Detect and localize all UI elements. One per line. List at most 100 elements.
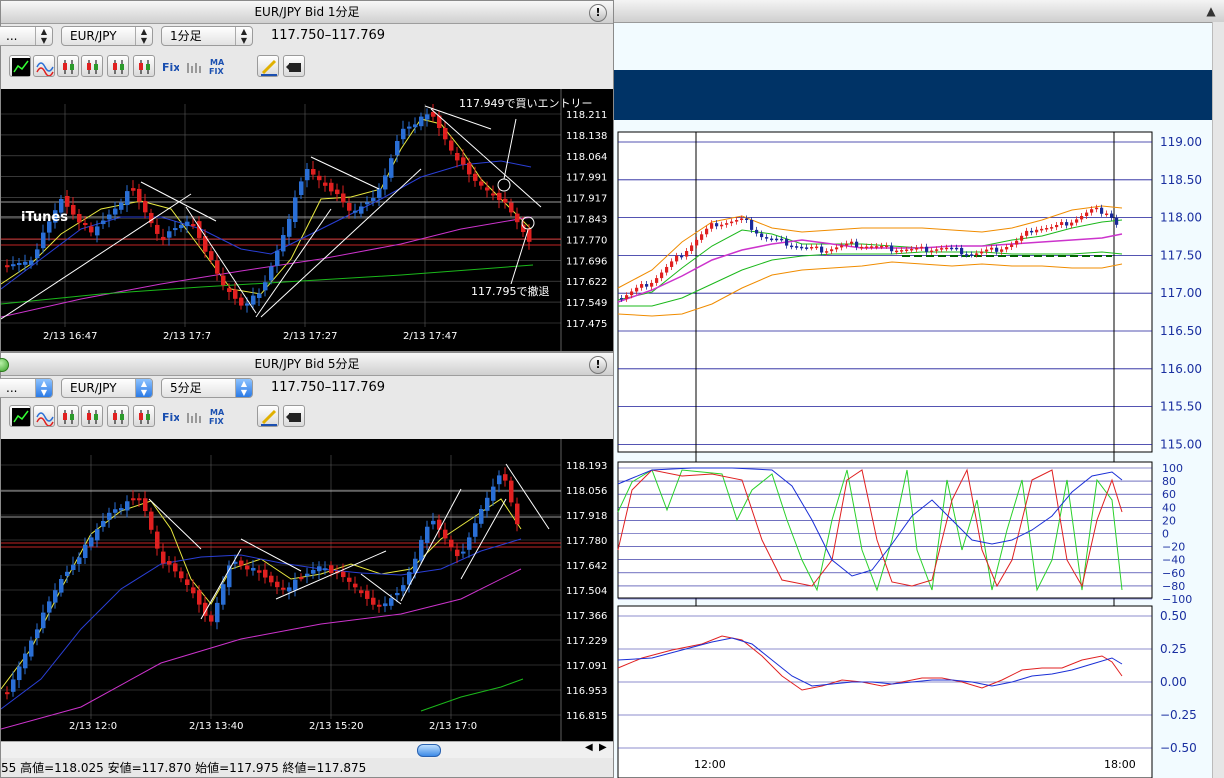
indicator-wave-icon[interactable] xyxy=(33,405,55,427)
candle-bar-icon[interactable] xyxy=(133,55,155,77)
volume-icon[interactable] xyxy=(183,405,205,427)
x-tick-label: 2/13 15:20 xyxy=(309,721,363,732)
candle-frame-icon[interactable] xyxy=(57,405,79,427)
background-chart-plot: 119.00 118.50 118.00 117.50 117.00 116.50 116.… xyxy=(617,131,1202,778)
y-tick-label: 117.696 xyxy=(566,256,607,267)
candle-pair-icon[interactable] xyxy=(107,55,129,77)
background-y-axis: 119.00 118.50 118.00 117.50 117.00 116.50 116.… xyxy=(1160,135,1202,755)
y-tick-label: 117.770 xyxy=(566,235,607,246)
x-tick-label: 2/13 17:0 xyxy=(429,721,477,732)
film-icon[interactable] xyxy=(283,55,305,77)
svg-text:Fix: Fix xyxy=(162,411,179,424)
horizontal-scrollbar[interactable]: ◀ ▶ xyxy=(1,741,613,758)
film-icon[interactable] xyxy=(283,405,305,427)
candle-up-icon[interactable] xyxy=(81,55,103,77)
y-tick-label: 117.843 xyxy=(566,215,607,226)
candle-pair-icon[interactable] xyxy=(107,405,129,427)
bg-price-tick: 116.00 xyxy=(1160,362,1202,376)
control-row: ... ▲ ▼ EUR/JPY ▲ ▼ 1分足 ▲ ▼ 117.750–117.769 xyxy=(0,23,613,49)
svg-text:MA: MA xyxy=(210,58,225,67)
updown-arrows-icon: ▲ ▼ xyxy=(135,27,152,45)
bg-price-tick: 117.00 xyxy=(1160,286,1202,300)
warning-icon[interactable]: ! xyxy=(589,4,607,22)
timeframe-select[interactable]: 5分足 ▲ ▼ xyxy=(161,378,253,398)
scroll-right-icon[interactable]: ▶ xyxy=(599,742,607,753)
y-tick-label: 118.193 xyxy=(566,461,607,472)
scrollbar-thumb[interactable] xyxy=(417,744,441,757)
chart-window-1min: EUR/JPY Bid 1分足 ! ... ▲ ▼ EUR/JPY ▲ ▼ 1分足 … xyxy=(0,0,614,352)
volume-icon[interactable] xyxy=(183,55,205,77)
y-tick-label: 118.064 xyxy=(566,152,607,163)
itunes-label: iTunes xyxy=(21,210,68,225)
bg-price-tick: 118.50 xyxy=(1160,173,1202,187)
y-tick-label: 118.138 xyxy=(566,131,607,142)
entry-annotation: 117.949で買いエントリー xyxy=(459,97,593,110)
background-scrollbar[interactable] xyxy=(1212,22,1224,778)
timeframe-select[interactable]: 1分足 ▲ ▼ xyxy=(161,26,253,46)
svg-text:FIX: FIX xyxy=(209,417,224,425)
fix-icon[interactable]: Fix xyxy=(159,55,181,77)
pair-select[interactable]: EUR/JPY ▲ ▼ xyxy=(61,378,153,398)
pair-select[interactable]: EUR/JPY ▲ ▼ xyxy=(61,26,153,46)
bg-osc-tick: 100 xyxy=(1162,462,1183,475)
svg-text:MA: MA xyxy=(210,408,225,417)
bg-macd-tick: 0.00 xyxy=(1160,675,1187,689)
y-tick-label: 117.091 xyxy=(566,661,607,672)
bg-osc-tick: 20 xyxy=(1162,514,1176,527)
window-titlebar[interactable]: EUR/JPY Bid 1分足 ! xyxy=(1,1,613,24)
warning-icon[interactable]: ! xyxy=(589,356,607,374)
bg-osc-tick: −60 xyxy=(1162,567,1185,580)
chart-window-5min: EUR/JPY Bid 5分足 ! ... ▲ ▼ EUR/JPY ▲ ▼ 5分足 … xyxy=(0,352,614,778)
updown-arrows-icon: ▲ ▼ xyxy=(235,27,252,45)
pencil-icon[interactable] xyxy=(257,55,279,77)
bg-price-tick: 115.50 xyxy=(1160,400,1202,414)
x-tick-label: 2/13 17:27 xyxy=(283,331,337,342)
close-button[interactable] xyxy=(0,358,9,372)
updown-arrows-icon: ▲ ▼ xyxy=(35,379,52,397)
x-tick-label: 2/13 12:0 xyxy=(69,721,117,732)
chart-toolbar: Fix MA FIX xyxy=(1,401,613,431)
x-tick-label: 2/13 17:7 xyxy=(163,331,211,342)
y-tick-label: 117.366 xyxy=(566,611,607,622)
bg-osc-tick: 0 xyxy=(1162,528,1169,541)
y-tick-label: 117.622 xyxy=(566,277,607,288)
y-tick-label: 117.504 xyxy=(566,586,607,597)
scroll-up-icon[interactable]: ▲ xyxy=(1202,2,1220,20)
bg-osc-tick: −80 xyxy=(1162,580,1185,593)
y-tick-label: 117.229 xyxy=(566,636,607,647)
svg-text:FIX: FIX xyxy=(209,67,224,75)
y-tick-label: 117.642 xyxy=(566,561,607,572)
updown-arrows-icon: ▲ ▼ xyxy=(135,379,152,397)
bg-price-tick: 118.00 xyxy=(1160,211,1202,225)
chart-grid-icon[interactable] xyxy=(9,405,31,427)
chart-plot-5min[interactable]: 118.193 118.056 117.918 117.780 117.642 117.5… xyxy=(1,439,613,741)
ma-fix-icon[interactable]: MA FIX xyxy=(207,55,229,77)
bg-price-tick: 119.00 xyxy=(1160,135,1202,149)
ma-fix-icon[interactable]: MA FIX xyxy=(207,405,229,427)
bg-osc-tick: 60 xyxy=(1162,488,1176,501)
scroll-left-icon[interactable]: ◀ xyxy=(585,742,593,753)
symbol-select[interactable]: ... ▲ ▼ xyxy=(0,26,53,46)
chart-toolbar: Fix MA FIX xyxy=(1,51,613,81)
bg-osc-tick: −100 xyxy=(1162,593,1192,606)
chart-plot-1min[interactable]: 118.211 118.138 118.064 117.991 117.917 117.8… xyxy=(1,89,613,351)
window-titlebar[interactable]: EUR/JPY Bid 5分足 ! xyxy=(0,353,613,376)
svg-text:Fix: Fix xyxy=(162,61,179,74)
chart-grid-icon[interactable] xyxy=(9,55,31,77)
bg-macd-tick: 0.25 xyxy=(1160,642,1187,656)
pencil-icon[interactable] xyxy=(257,405,279,427)
candle-up-icon[interactable] xyxy=(81,405,103,427)
bg-price-tick: 116.50 xyxy=(1160,324,1202,338)
updown-arrows-icon: ▲ ▼ xyxy=(35,27,52,45)
symbol-select[interactable]: ... ▲ ▼ xyxy=(0,378,53,398)
bg-osc-tick: −40 xyxy=(1162,554,1185,567)
fix-icon[interactable]: Fix xyxy=(159,405,181,427)
bg-x-tick: 18:00 xyxy=(1104,758,1136,771)
control-row: ... ▲ ▼ EUR/JPY ▲ ▼ 5分足 ▲ ▼ 117.750–117.769 xyxy=(0,375,613,401)
candle-frame-icon[interactable] xyxy=(57,55,79,77)
candle-bar-icon[interactable] xyxy=(133,405,155,427)
y-tick-label: 117.549 xyxy=(566,298,607,309)
y-tick-label: 117.918 xyxy=(566,511,607,522)
indicator-wave-icon[interactable] xyxy=(33,55,55,77)
bg-price-tick: 115.00 xyxy=(1160,437,1202,451)
